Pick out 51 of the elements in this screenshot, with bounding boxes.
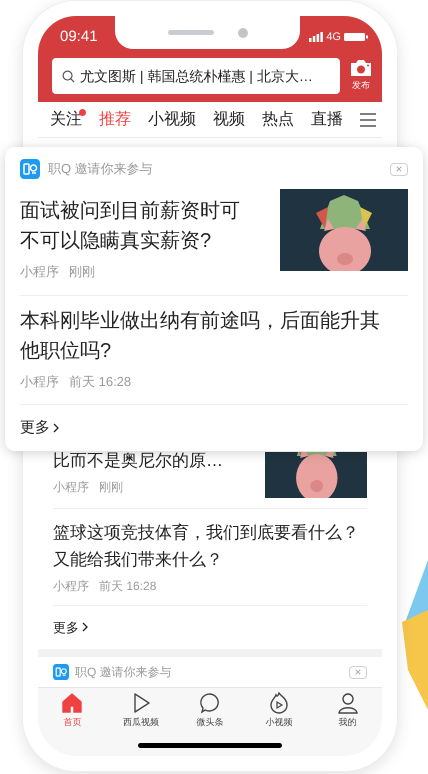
chevron-right-icon	[82, 622, 88, 632]
chevron-right-icon	[53, 422, 59, 433]
article-time: 刚刚	[99, 478, 123, 496]
network-label: 4G	[326, 30, 341, 45]
article-time: 前天 16:28	[99, 578, 156, 594]
search-field[interactable]: 尤文图斯 | 韩国总统朴槿惠 | 北京大…	[52, 58, 340, 94]
article-title[interactable]: 比而不是奥尼尔的原…	[53, 446, 253, 474]
category-tab[interactable]: 视频	[213, 108, 245, 132]
camera-icon	[350, 59, 372, 78]
more-link[interactable]: 更多	[20, 416, 59, 439]
category-tab[interactable]: 小视频	[148, 108, 196, 132]
signal-icon	[309, 32, 324, 42]
article-time: 刚刚	[69, 262, 95, 280]
card-source: 职Q 邀请你来参与	[48, 160, 154, 178]
speech-bubble-icon	[198, 692, 221, 714]
battery-icon	[344, 32, 368, 42]
close-button[interactable]	[349, 666, 367, 678]
nav-tab[interactable]: 小视频	[250, 692, 307, 734]
nav-tab[interactable]: 微头条	[182, 692, 238, 734]
search-icon	[62, 70, 75, 82]
menu-icon[interactable]	[360, 112, 376, 126]
app-logo-icon	[53, 664, 69, 680]
category-tab[interactable]: 关注	[50, 108, 82, 132]
article-source: 小程序	[53, 578, 89, 594]
card-source: 职Q 邀请你来参与	[75, 664, 173, 681]
speaker-grille	[168, 30, 214, 35]
search-input[interactable]: 尤文图斯 | 韩国总统朴槿惠 | 北京大…	[80, 66, 330, 86]
front-camera	[238, 28, 248, 38]
category-tab[interactable]: 推荐	[99, 108, 131, 132]
publish-button[interactable]: 发布	[350, 59, 372, 93]
article-time: 前天 16:28	[69, 373, 132, 391]
close-icon	[355, 669, 361, 675]
app-logo-icon	[20, 159, 40, 179]
more-link[interactable]: 更多	[53, 618, 88, 637]
close-button[interactable]	[390, 162, 408, 176]
status-time: 09:41	[60, 26, 98, 47]
article-title[interactable]: 本科刚毕业做出纳有前途吗，后面能升其他职位吗?	[20, 306, 392, 366]
category-tab[interactable]: 直播	[311, 108, 343, 132]
article-title[interactable]: 篮球这项竞技体育，我们到底要看什么？又能给我们带来什么？	[53, 518, 367, 572]
home-icon	[61, 692, 84, 714]
close-icon	[396, 166, 402, 172]
article-source: 小程序	[53, 478, 89, 496]
nav-tab[interactable]: 我的	[320, 692, 376, 734]
article-source: 小程序	[20, 262, 59, 280]
article-title[interactable]: 面试被问到目前薪资时可不可以隐瞒真实薪资?	[20, 196, 252, 256]
article-source: 小程序	[20, 373, 59, 391]
nav-tab[interactable]: 首页	[44, 692, 100, 734]
flame-play-icon	[268, 692, 290, 714]
category-tab[interactable]: 热点	[262, 108, 294, 132]
person-icon	[336, 692, 359, 714]
nav-tab[interactable]: 西瓜视频	[113, 692, 170, 734]
